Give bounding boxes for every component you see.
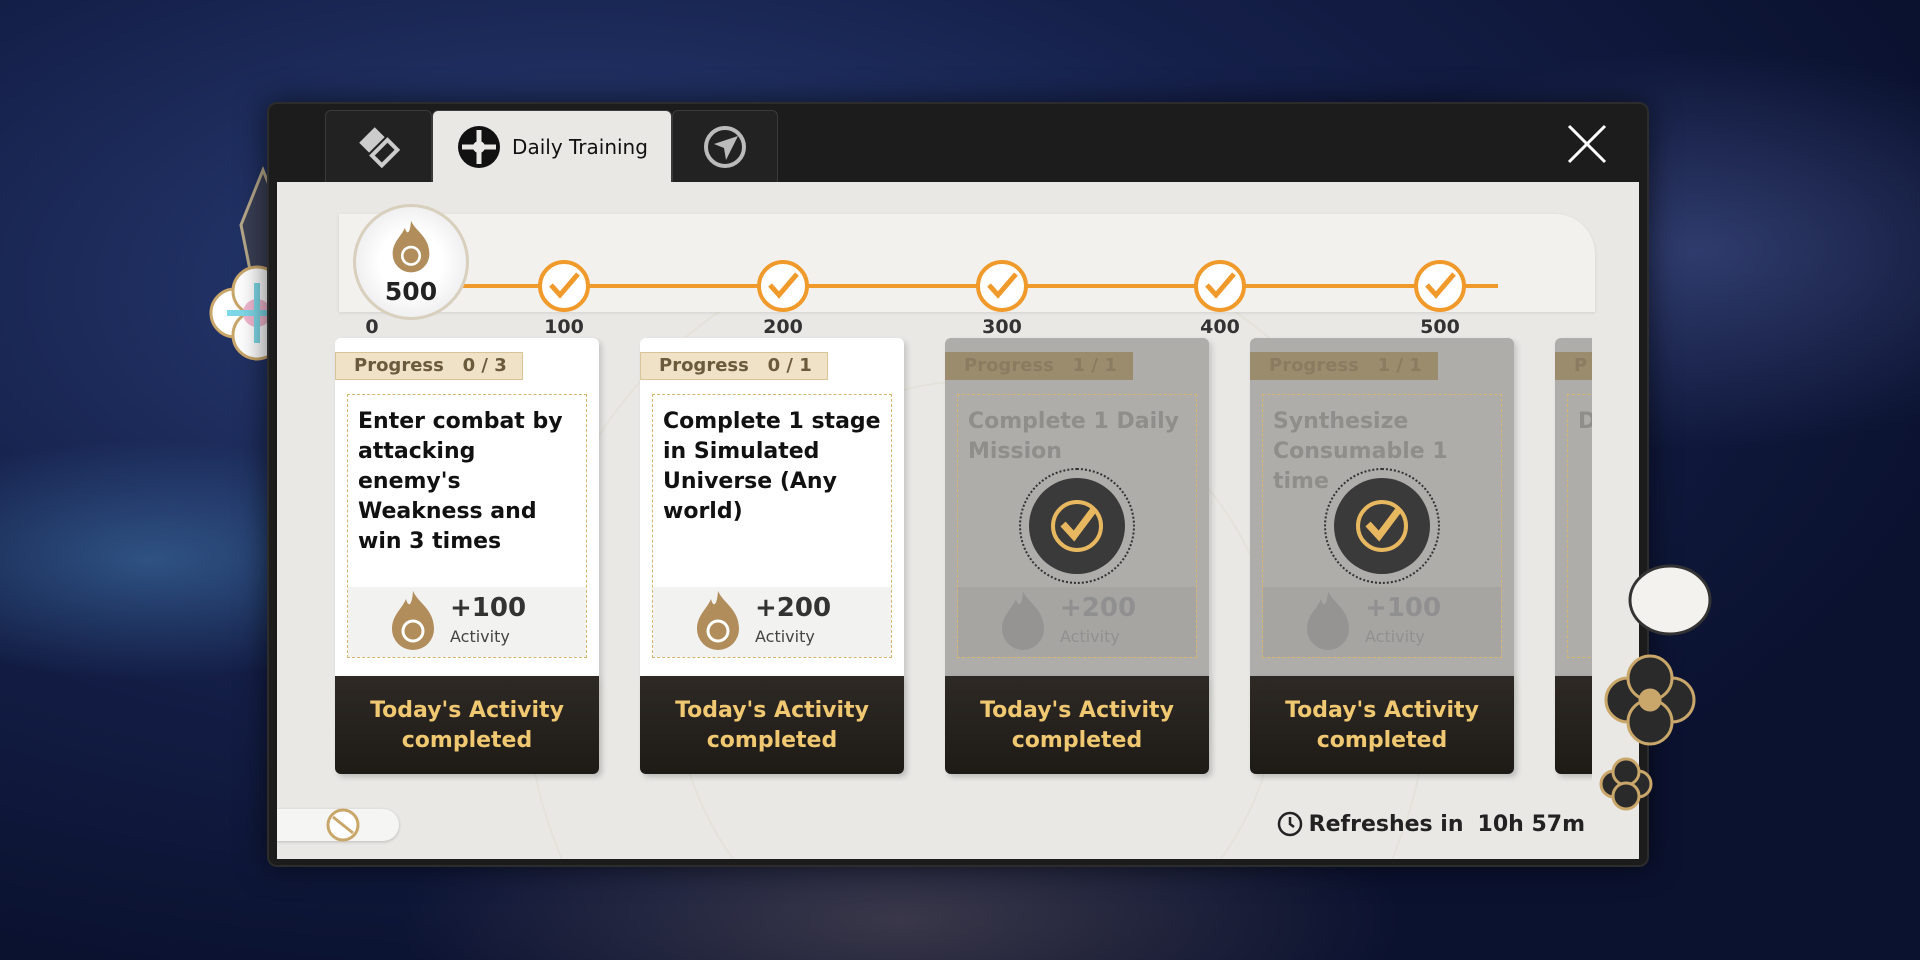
task-card-completed: Progress 1 / 1 Complete 1 Daily Mission …: [945, 338, 1209, 774]
reward-value: +100: [1365, 593, 1442, 623]
milestone-100-claimed[interactable]: [538, 260, 590, 312]
task-description: Enter combat by attacking enemy's Weakne…: [358, 409, 563, 554]
refresh-time: 10h 57m: [1477, 811, 1585, 837]
activity-status-button[interactable]: Today's Activity completed: [640, 676, 904, 774]
missions-icon: [358, 126, 400, 168]
tab-bar: Daily Training: [325, 110, 778, 182]
tab-daily-training[interactable]: Daily Training: [432, 110, 672, 182]
tab-missions[interactable]: [325, 110, 432, 182]
reward-label: Activity: [450, 627, 510, 646]
check-circle-icon: [1356, 500, 1408, 552]
progress-tag: Progress 1 / 1: [945, 352, 1133, 380]
check-icon: [1205, 272, 1236, 299]
activity-flame-icon: [392, 220, 430, 272]
milestone-300-claimed[interactable]: [976, 260, 1028, 312]
refresh-label: Refreshes in: [1308, 811, 1464, 837]
emblem-icon: [326, 808, 360, 842]
activity-status-button[interactable]: Today's Activity completed: [945, 676, 1209, 774]
task-reward: +100 Activity: [348, 587, 586, 657]
progress-tag: P: [1555, 352, 1592, 380]
task-reward: +200 Activity: [958, 587, 1196, 657]
refresh-timer: Refreshes in 10h 57m: [1277, 811, 1585, 837]
check-icon: [768, 272, 799, 299]
daily-training-icon: [458, 125, 501, 168]
check-icon: [1425, 272, 1456, 299]
milestone-200-claimed[interactable]: [757, 260, 809, 312]
ornament-flower-pin-icon: [1599, 564, 1712, 811]
close-icon[interactable]: [1565, 122, 1609, 166]
task-card-completed: Progress 1 / 1 Synthesize Consumable 1 t…: [1250, 338, 1514, 774]
completed-badge: [1019, 468, 1135, 584]
progress-tag: Progress 1 / 1: [1250, 352, 1438, 380]
task-reward: +100 Activity: [1263, 587, 1501, 657]
milestone-400-claimed[interactable]: [1194, 260, 1246, 312]
reward-label: Activity: [755, 627, 815, 646]
reward-value: +200: [1060, 593, 1137, 623]
activity-progress-track: 0 100 200 300 400 500: [339, 214, 1595, 338]
clock-icon: [1277, 811, 1302, 837]
completed-badge: [1324, 468, 1440, 584]
tab-label: Daily Training: [512, 134, 648, 159]
task-description: Complete 1 Daily Mission: [968, 409, 1179, 464]
activity-flame-icon: [392, 591, 434, 650]
check-icon: [987, 272, 1018, 299]
task-card: Progress 0 / 1 Complete 1 stage in Simul…: [640, 338, 904, 774]
activity-total-medal: 500: [353, 204, 469, 320]
activity-status-button[interactable]: [1555, 676, 1592, 774]
navigation-icon: [704, 125, 746, 168]
daily-training-window: Daily Training 0 100 200 300 400 500 500: [267, 102, 1649, 867]
activity-status-button[interactable]: Today's Activity completed: [1250, 676, 1514, 774]
task-reward: +200 Activity: [653, 587, 891, 657]
progress-tag: Progress 0 / 1: [640, 352, 828, 380]
check-circle-icon: [1051, 500, 1103, 552]
activity-flame-icon: [1307, 591, 1349, 650]
activity-total: 500: [384, 276, 438, 306]
task-card-list: Progress 0 / 3 Enter combat by attacking…: [277, 332, 1592, 782]
task-card-partial: P D 2: [1555, 338, 1592, 774]
task-card: Progress 0 / 3 Enter combat by attacking…: [335, 338, 599, 774]
reward-label: Activity: [1365, 627, 1425, 646]
task-description: Complete 1 stage in Simulated Universe (…: [663, 409, 881, 524]
activity-flame-icon: [697, 591, 739, 650]
activity-status-button[interactable]: Today's Activity completed: [335, 676, 599, 774]
task-description: D 2: [1578, 409, 1592, 434]
side-toggle[interactable]: [277, 808, 399, 842]
progress-tag: Progress 0 / 3: [335, 352, 523, 380]
reward-value: +100: [450, 593, 527, 623]
check-icon: [549, 272, 580, 299]
content-area: 0 100 200 300 400 500 500 Progress 0 / 3…: [277, 182, 1639, 859]
milestone-500-claimed[interactable]: [1414, 260, 1466, 312]
reward-value: +200: [755, 593, 832, 623]
tab-navigation[interactable]: [672, 110, 778, 182]
reward-label: Activity: [1060, 627, 1120, 646]
activity-flame-icon: [1002, 591, 1044, 650]
